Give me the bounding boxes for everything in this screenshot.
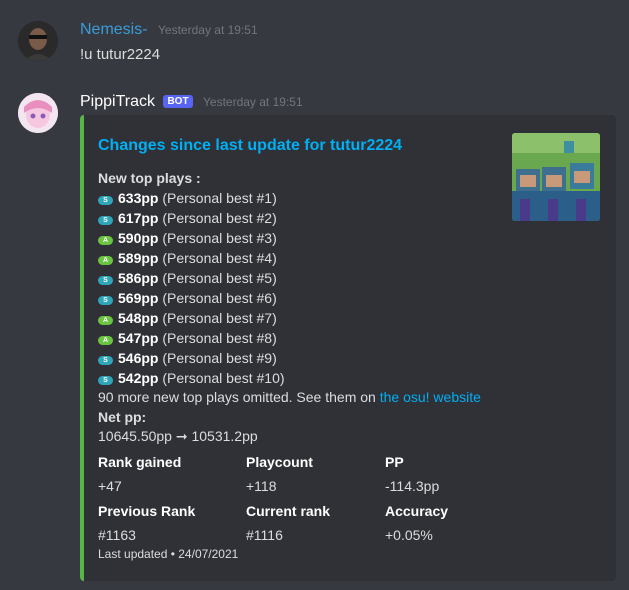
- play-row: S 546pp (Personal best #9): [98, 350, 277, 366]
- field-value: +118: [246, 478, 277, 494]
- play-row: S 569pp (Personal best #6): [98, 290, 277, 306]
- play-note: (Personal best #9): [162, 350, 277, 366]
- minecraft-steve-image[interactable]: [512, 133, 600, 221]
- field-name: Current rank: [246, 503, 331, 519]
- embed-card: Changes since last update for tutur2224 …: [80, 115, 616, 581]
- grade-badge-icon: A: [98, 336, 113, 345]
- field-name: Rank gained: [98, 454, 182, 470]
- grade-badge-icon: A: [98, 236, 113, 245]
- play-pp: 569pp: [118, 290, 159, 306]
- message-pippitrack: PippiTrack BOT Yesterday at 19:51 Change…: [0, 0, 629, 590]
- play-pp: 589pp: [118, 250, 159, 266]
- field-previous-rank: Previous Rank #1163: [98, 503, 195, 543]
- grade-badge-icon: A: [98, 256, 113, 265]
- play-pp: 546pp: [118, 350, 159, 366]
- field-name: PP: [385, 454, 404, 470]
- play-note: (Personal best #1): [162, 190, 277, 206]
- field-value: +0.05%: [385, 527, 433, 543]
- bot-badge: BOT: [163, 95, 193, 108]
- play-row: A 590pp (Personal best #3): [98, 230, 277, 246]
- omitted-text: 90 more new top plays omitted. See them …: [98, 389, 481, 405]
- author-row: PippiTrack BOT Yesterday at 19:51: [80, 93, 303, 111]
- osu-website-link[interactable]: the osu! website: [380, 389, 481, 405]
- grade-badge-icon: S: [98, 196, 113, 205]
- play-row: A 548pp (Personal best #7): [98, 310, 277, 326]
- play-row: S 542pp (Personal best #10): [98, 370, 285, 386]
- play-note: (Personal best #10): [162, 370, 285, 386]
- play-note: (Personal best #2): [162, 210, 277, 226]
- field-name: Playcount: [246, 454, 313, 470]
- play-pp: 586pp: [118, 270, 159, 286]
- play-note: (Personal best #6): [162, 290, 277, 306]
- field-value: -114.3pp: [385, 478, 440, 494]
- play-note: (Personal best #4): [162, 250, 277, 266]
- play-pp: 633pp: [118, 190, 159, 206]
- field-playcount: Playcount +118: [246, 454, 313, 494]
- play-pp: 547pp: [118, 330, 159, 346]
- field-accuracy: Accuracy +0.05%: [385, 503, 448, 543]
- field-current-rank: Current rank #1116: [246, 503, 330, 543]
- net-pp-value: 10645.50pp ➞ 10531.2pp: [98, 428, 258, 444]
- play-note: (Personal best #8): [162, 330, 277, 346]
- field-value: #1116: [246, 527, 283, 543]
- timestamp: Yesterday at 19:51: [203, 95, 303, 109]
- omitted-label: 90 more new top plays omitted. See them …: [98, 389, 380, 405]
- field-name: Previous Rank: [98, 503, 196, 519]
- play-row: S 586pp (Personal best #5): [98, 270, 277, 286]
- play-row: A 547pp (Personal best #8): [98, 330, 277, 346]
- grade-badge-icon: S: [98, 296, 113, 305]
- play-row: S 633pp (Personal best #1): [98, 190, 277, 206]
- play-note: (Personal best #3): [162, 230, 277, 246]
- play-note: (Personal best #5): [162, 270, 277, 286]
- play-pp: 590pp: [118, 230, 159, 246]
- grade-badge-icon: S: [98, 356, 113, 365]
- field-value: +47: [98, 478, 122, 494]
- play-pp: 542pp: [118, 370, 159, 386]
- grade-badge-icon: A: [98, 316, 113, 325]
- play-pp: 617pp: [118, 210, 159, 226]
- field-pp: PP -114.3pp: [385, 454, 439, 494]
- field-value: #1163: [98, 527, 136, 543]
- play-note: (Personal best #7): [162, 310, 277, 326]
- grade-badge-icon: S: [98, 276, 113, 285]
- grade-badge-icon: S: [98, 376, 113, 385]
- net-pp-label: Net pp:: [98, 409, 147, 425]
- field-name: Accuracy: [385, 503, 449, 519]
- play-row: S 617pp (Personal best #2): [98, 210, 277, 226]
- pippitrack-avatar[interactable]: [18, 93, 58, 133]
- grade-badge-icon: S: [98, 216, 113, 225]
- play-pp: 548pp: [118, 310, 159, 326]
- play-row: A 589pp (Personal best #4): [98, 250, 277, 266]
- embed-title[interactable]: Changes since last update for tutur2224: [98, 137, 402, 155]
- field-rank-gained: Rank gained +47: [98, 454, 181, 494]
- top-plays-label: New top plays :: [98, 170, 201, 186]
- embed-footer: Last updated • 24/07/2021: [98, 547, 239, 561]
- author-name[interactable]: PippiTrack: [80, 93, 155, 110]
